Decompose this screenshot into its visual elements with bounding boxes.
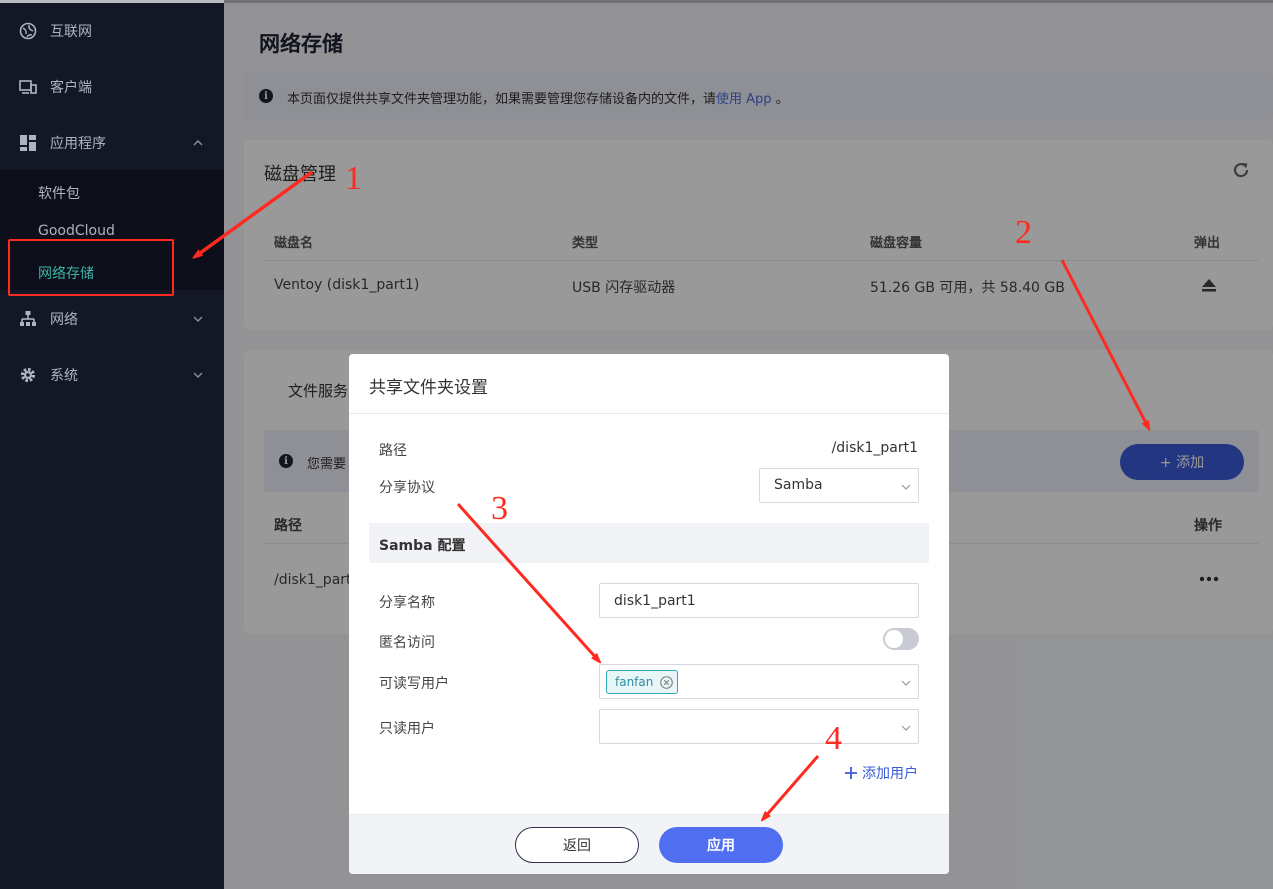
add-user-label: 添加用户 [862, 766, 918, 782]
samba-config-section-header: Samba 配置 [369, 523, 929, 563]
share-folder-settings-dialog: 共享文件夹设置 路径 /disk1_part1 分享协议 Samba Samba… [349, 354, 949, 874]
annotation-highlight-box [8, 239, 174, 296]
protocol-value: Samba [774, 477, 823, 493]
chevron-down-icon [901, 484, 911, 490]
sidebar-item-label: 系统 [50, 368, 78, 384]
devices-icon [19, 78, 37, 96]
sidebar-item-label: 互联网 [50, 24, 92, 40]
chevron-down-icon [901, 725, 911, 731]
sidebar-item-label: 应用程序 [50, 136, 106, 152]
sidebar-item-apps[interactable]: 应用程序 [0, 123, 224, 163]
annotation-step-2: 2 [1015, 214, 1032, 251]
globe-icon [19, 22, 37, 40]
network-icon [19, 310, 37, 328]
dialog-header: 共享文件夹设置 [349, 354, 949, 414]
apply-button[interactable]: 应用 [659, 827, 783, 863]
share-name-label: 分享名称 [379, 595, 435, 611]
rw-users-select[interactable]: fanfan [599, 664, 919, 699]
chevron-down-icon [901, 680, 911, 686]
add-user-link[interactable]: 添加用户 [844, 763, 918, 783]
chevron-up-icon [193, 140, 203, 146]
sidebar-subitem-packages[interactable]: 软件包 [38, 183, 80, 203]
sidebar-item-label: 网络 [50, 312, 78, 328]
chevron-down-icon [193, 372, 203, 378]
sidebar: 互联网 客户端 应用程序 软件包 GoodCloud 网络存储 网络 系统 [0, 0, 224, 889]
close-circle-icon[interactable] [660, 676, 674, 689]
rw-users-label: 可读写用户 [379, 676, 449, 692]
annotation-step-3: 3 [491, 490, 508, 527]
sidebar-item-label: 客户端 [50, 80, 92, 96]
ro-users-label: 只读用户 [379, 721, 435, 737]
user-tag-label: fanfan [615, 675, 654, 689]
samba-config-title: Samba 配置 [379, 538, 466, 554]
protocol-select[interactable]: Samba [759, 468, 919, 503]
path-label: 路径 [379, 443, 407, 459]
sidebar-item-internet[interactable]: 互联网 [0, 11, 224, 51]
ro-users-select[interactable] [599, 709, 919, 744]
user-tag: fanfan [606, 670, 679, 694]
protocol-label: 分享协议 [379, 480, 435, 496]
gear-icon [19, 366, 37, 384]
plus-icon [845, 767, 857, 779]
path-value: /disk1_part1 [831, 440, 918, 456]
annotation-step-1: 1 [345, 160, 362, 197]
sidebar-subitem-goodcloud[interactable]: GoodCloud [38, 223, 115, 239]
back-button[interactable]: 返回 [515, 827, 639, 863]
sidebar-item-clients[interactable]: 客户端 [0, 67, 224, 107]
sidebar-item-network[interactable]: 网络 [0, 299, 224, 339]
share-name-input[interactable] [599, 583, 919, 618]
sidebar-item-system[interactable]: 系统 [0, 355, 224, 395]
dialog-footer: 返回 应用 [349, 814, 949, 874]
annotation-step-4: 4 [825, 720, 842, 757]
anonymous-access-toggle[interactable] [883, 628, 919, 650]
anonymous-access-label: 匿名访问 [379, 635, 435, 651]
chevron-down-icon [193, 316, 203, 322]
toggle-knob [885, 630, 903, 648]
dialog-title: 共享文件夹设置 [369, 378, 488, 398]
apps-grid-icon [19, 134, 37, 152]
